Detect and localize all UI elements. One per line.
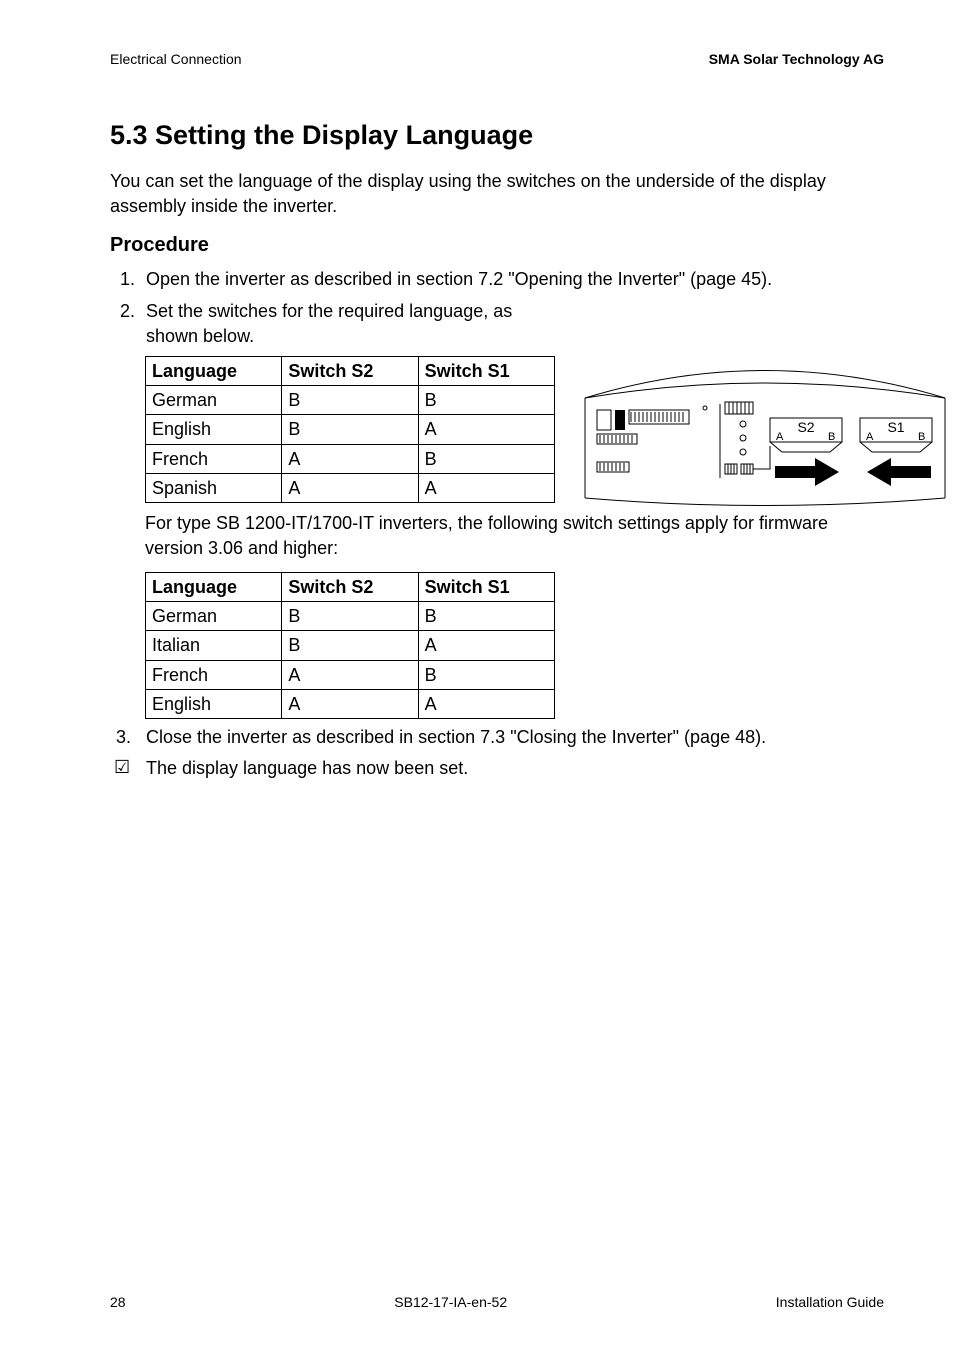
- procedure-steps: Open the inverter as described in sectio…: [110, 267, 884, 348]
- table-row: English B A: [146, 415, 555, 444]
- t2-r1-lang: Italian: [146, 631, 282, 660]
- section-intro: You can set the language of the display …: [110, 169, 884, 218]
- footer-guide-label: Installation Guide: [776, 1293, 884, 1312]
- table-row: French A B: [146, 660, 555, 689]
- t1-r0-s2: B: [282, 386, 418, 415]
- table-row: German B B: [146, 602, 555, 631]
- t1-h-s1: Switch S1: [418, 356, 554, 385]
- t2-r1-s2: B: [282, 631, 418, 660]
- result-line: The display language has now been set.: [110, 756, 884, 780]
- step-3: Close the inverter as described in secti…: [110, 725, 884, 749]
- t2-h-s2: Switch S2: [282, 572, 418, 601]
- arrow-left-icon: [867, 458, 931, 486]
- t2-r0-lang: German: [146, 602, 282, 631]
- header-left-text: Electrical Connection: [110, 50, 242, 69]
- section-title: 5.3 Setting the Display Language: [110, 117, 884, 153]
- t1-h-language: Language: [146, 356, 282, 385]
- page-header: Electrical Connection SMA Solar Technolo…: [110, 50, 884, 69]
- t2-r3-s2: A: [282, 690, 418, 719]
- step-3-text: Close the inverter as described in secti…: [146, 727, 766, 747]
- table-row: Italian B A: [146, 631, 555, 660]
- table-row: German B B: [146, 386, 555, 415]
- result-text: The display language has now been set.: [146, 758, 468, 778]
- diagram-s1-a: A: [866, 431, 874, 443]
- diagram-s1-b: B: [918, 431, 925, 443]
- t1-r1-s1: A: [418, 415, 554, 444]
- t1-r0-s1: B: [418, 386, 554, 415]
- t1-r2-s1: B: [418, 444, 554, 473]
- diagram-s2-label: S2: [797, 419, 814, 435]
- t1-r2-s2: A: [282, 444, 418, 473]
- t1-r3-s2: A: [282, 474, 418, 503]
- step-1: Open the inverter as described in sectio…: [140, 267, 884, 291]
- arrow-right-icon: [775, 458, 839, 486]
- t1-r0-lang: German: [146, 386, 282, 415]
- diagram-s1-label: S1: [887, 419, 904, 435]
- table-row: French A B: [146, 444, 555, 473]
- table-row: Spanish A A: [146, 474, 555, 503]
- t2-r2-lang: French: [146, 660, 282, 689]
- t2-r2-s2: A: [282, 660, 418, 689]
- step-2-text-line1: Set the switches for the required langua…: [146, 301, 512, 321]
- procedure-heading: Procedure: [110, 232, 884, 259]
- page-footer: 28 SB12-17-IA-en-52 Installation Guide: [110, 1293, 884, 1312]
- diagram-s2-b: B: [828, 431, 835, 443]
- table-row: English A A: [146, 690, 555, 719]
- t2-r3-lang: English: [146, 690, 282, 719]
- footer-page-number: 28: [110, 1293, 126, 1312]
- language-table-1: Language Switch S2 Switch S1 German B B …: [145, 356, 555, 503]
- t1-r1-lang: English: [146, 415, 282, 444]
- t2-r0-s1: B: [418, 602, 554, 631]
- t2-r1-s1: A: [418, 631, 554, 660]
- t2-h-s1: Switch S1: [418, 572, 554, 601]
- header-right-text: SMA Solar Technology AG: [709, 50, 884, 69]
- note-after-table1: For type SB 1200-IT/1700-IT inverters, t…: [145, 511, 884, 560]
- t2-r2-s1: B: [418, 660, 554, 689]
- t2-h-language: Language: [146, 572, 282, 601]
- t1-r3-s1: A: [418, 474, 554, 503]
- t1-r3-lang: Spanish: [146, 474, 282, 503]
- switch-diagram-svg: S2 A B S1 A B: [575, 338, 954, 508]
- language-table-2: Language Switch S2 Switch S1 German B B …: [145, 572, 555, 719]
- diagram-s2-a: A: [776, 431, 784, 443]
- switch-diagram: S2 A B S1 A B: [575, 338, 954, 508]
- t1-h-s2: Switch S2: [282, 356, 418, 385]
- t2-r3-s1: A: [418, 690, 554, 719]
- t1-r1-s2: B: [282, 415, 418, 444]
- t2-r0-s2: B: [282, 602, 418, 631]
- footer-doc-id: SB12-17-IA-en-52: [394, 1293, 507, 1312]
- t1-r2-lang: French: [146, 444, 282, 473]
- step-1-text: Open the inverter as described in sectio…: [146, 269, 772, 289]
- step-2-text-line2: shown below.: [146, 326, 254, 346]
